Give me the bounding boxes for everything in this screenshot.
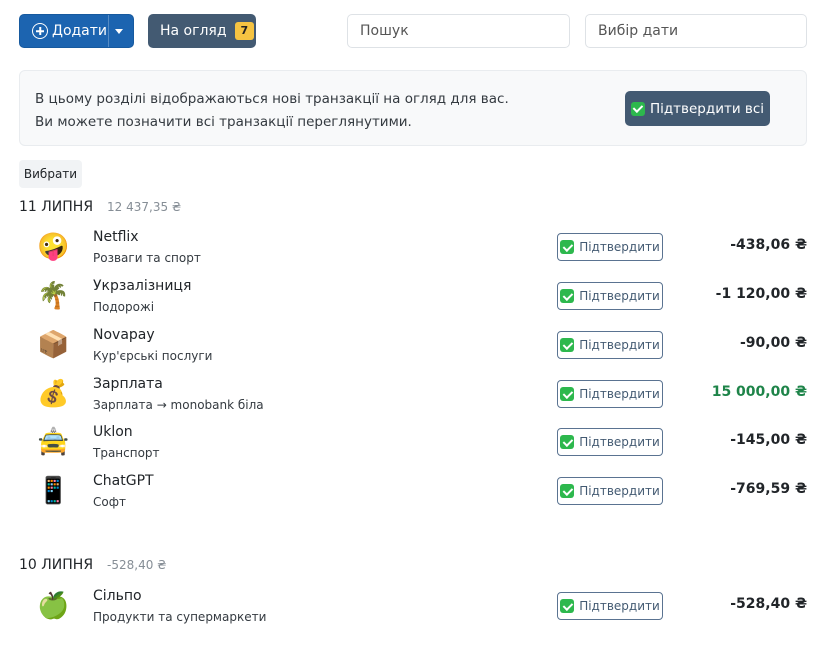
transaction-row[interactable]: 🚖 Uklon Транспорт Підтвердити -145,00 ₴ [19,422,807,468]
taxi-icon: 🚖 [37,427,70,457]
zany-face-icon: 🤪 [37,232,70,262]
transaction-title: Novapay [93,327,155,343]
transaction-row[interactable]: 🍏 Сільпо Продукти та супермаркети Підтве… [19,586,807,632]
transaction-row[interactable]: 📱 ChatGPT Софт Підтвердити -769,59 ₴ [19,471,807,517]
confirm-label: Підтвердити [579,599,660,613]
transaction-title: Зарплата [93,376,163,392]
transaction-row[interactable]: 🤪 Netflix Розваги та спорт Підтвердити -… [19,227,807,273]
transaction-title: Сільпо [93,588,142,604]
mobile-phone-icon: 📱 [37,476,70,506]
transaction-category: Продукти та супермаркети [93,610,267,624]
confirm-all-label: Підтвердити всі [649,100,765,117]
confirm-label: Підтвердити [579,387,660,401]
transaction-category: Софт [93,495,126,509]
group-total: -528,40 ₴ [107,558,167,572]
transaction-amount: -1 120,00 ₴ [715,286,807,302]
checkmark-icon [560,484,575,498]
checkmark-icon [560,289,575,303]
confirm-button[interactable]: Підтвердити [557,477,663,505]
group-date: 10 ЛИПНЯ [19,557,94,573]
checkmark-icon [560,240,575,254]
confirm-button[interactable]: Підтвердити [557,233,663,261]
transaction-title: ChatGPT [93,473,154,489]
review-info-panel: В цьому розділі відображаються нові тран… [19,70,807,146]
package-icon: 📦 [37,330,70,360]
group-date: 11 ЛИПНЯ [19,199,94,215]
transaction-title: Netflix [93,229,139,245]
checkmark-icon [560,599,575,613]
review-button[interactable]: На огляд 7 [148,14,256,48]
transaction-category: Кур'єрські послуги [93,349,213,363]
transaction-amount: -769,59 ₴ [730,481,807,497]
confirm-button[interactable]: Підтвердити [557,380,663,408]
green-apple-icon: 🍏 [37,591,70,621]
transaction-category: Транспорт [93,446,160,460]
info-line-1: В цьому розділі відображаються нові тран… [35,91,509,107]
confirm-label: Підтвердити [579,240,660,254]
checkmark-icon [630,101,645,116]
confirm-label: Підтвердити [579,435,660,449]
transaction-amount: -528,40 ₴ [730,596,807,612]
confirm-button[interactable]: Підтвердити [557,592,663,620]
money-bag-icon: 💰 [37,379,70,409]
review-button-label: На огляд [160,23,227,39]
transaction-row[interactable]: 📦 Novapay Кур'єрські послуги Підтвердити… [19,325,807,371]
plus-circle-icon [32,23,48,39]
transaction-row[interactable]: 🌴 Укрзалізниця Подорожі Підтвердити -1 1… [19,276,807,322]
confirm-label: Підтвердити [579,289,660,303]
chevron-down-icon[interactable] [115,29,123,34]
confirm-label: Підтвердити [579,484,660,498]
info-text: В цьому розділі відображаються нові тран… [35,88,509,134]
transaction-category: Розваги та спорт [93,251,201,265]
checkmark-icon [560,387,575,401]
search-input[interactable] [347,14,570,48]
transaction-amount: -145,00 ₴ [730,432,807,448]
transaction-title: Укрзалізниця [93,278,192,294]
transaction-category: Подорожі [93,300,155,314]
info-line-2: Ви можете позначити всі транзакції перег… [35,114,412,130]
toolbar: Додати На огляд 7 [19,14,807,48]
transaction-category: Зарплата → monobank біла [93,398,264,412]
transaction-title: Uklon [93,424,133,440]
group-total: 12 437,35 ₴ [107,200,182,214]
date-picker-input[interactable] [585,14,807,48]
add-button-label: Додати [52,23,108,39]
transaction-amount: 15 000,00 ₴ [711,384,807,400]
add-button[interactable]: Додати [19,14,134,48]
date-group-header: 11 ЛИПНЯ 12 437,35 ₴ [19,199,181,215]
split-divider [108,15,109,47]
review-count-badge: 7 [234,22,255,40]
confirm-button[interactable]: Підтвердити [557,428,663,456]
confirm-all-button[interactable]: Підтвердити всі [625,91,770,126]
select-button[interactable]: Вибрати [19,160,82,188]
checkmark-icon [560,338,575,352]
date-group-header: 10 ЛИПНЯ -528,40 ₴ [19,557,166,573]
transaction-amount: -438,06 ₴ [730,237,807,253]
checkmark-icon [560,435,575,449]
transaction-amount: -90,00 ₴ [740,335,807,351]
confirm-button[interactable]: Підтвердити [557,282,663,310]
confirm-button[interactable]: Підтвердити [557,331,663,359]
transaction-row[interactable]: 💰 Зарплата Зарплата → monobank біла Підт… [19,374,807,420]
confirm-label: Підтвердити [579,338,660,352]
palm-tree-icon: 🌴 [37,281,70,311]
